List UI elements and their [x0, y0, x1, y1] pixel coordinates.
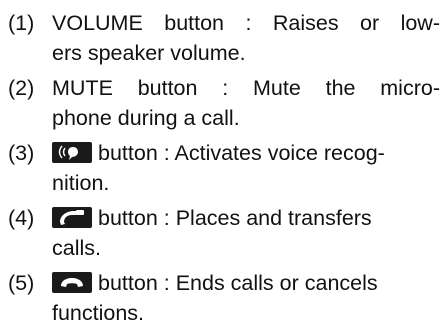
- item-number: (1): [8, 11, 35, 35]
- item-text-line2: nition.: [52, 171, 110, 195]
- item-text-line2: ers speaker volume.: [52, 41, 246, 65]
- phone-end-icon: [52, 272, 92, 293]
- item-text-line2: calls.: [52, 236, 101, 260]
- item-text-line2: functions.: [52, 301, 145, 325]
- item-text-line1: button : Activates voice recog-: [98, 141, 385, 165]
- item-number: (4): [8, 206, 35, 230]
- item-number: (2): [8, 76, 35, 100]
- item-text-line1: button : Ends calls or cancels: [98, 271, 378, 295]
- item-number: (5): [8, 271, 35, 295]
- item-text-line1: button : Places and transfers: [98, 206, 372, 230]
- voice-recognition-icon: [52, 142, 92, 163]
- phone-call-icon: [52, 207, 92, 228]
- item-text-line1: VOLUME button : Raises or low-: [52, 11, 440, 35]
- item-number: (3): [8, 141, 35, 165]
- item-text-line1: MUTE button : Mute the micro-: [52, 76, 440, 100]
- item-text-line2: phone during a call.: [52, 106, 240, 130]
- instruction-list: (1) VOLUME button : Raises or low- ers s…: [0, 0, 445, 325]
